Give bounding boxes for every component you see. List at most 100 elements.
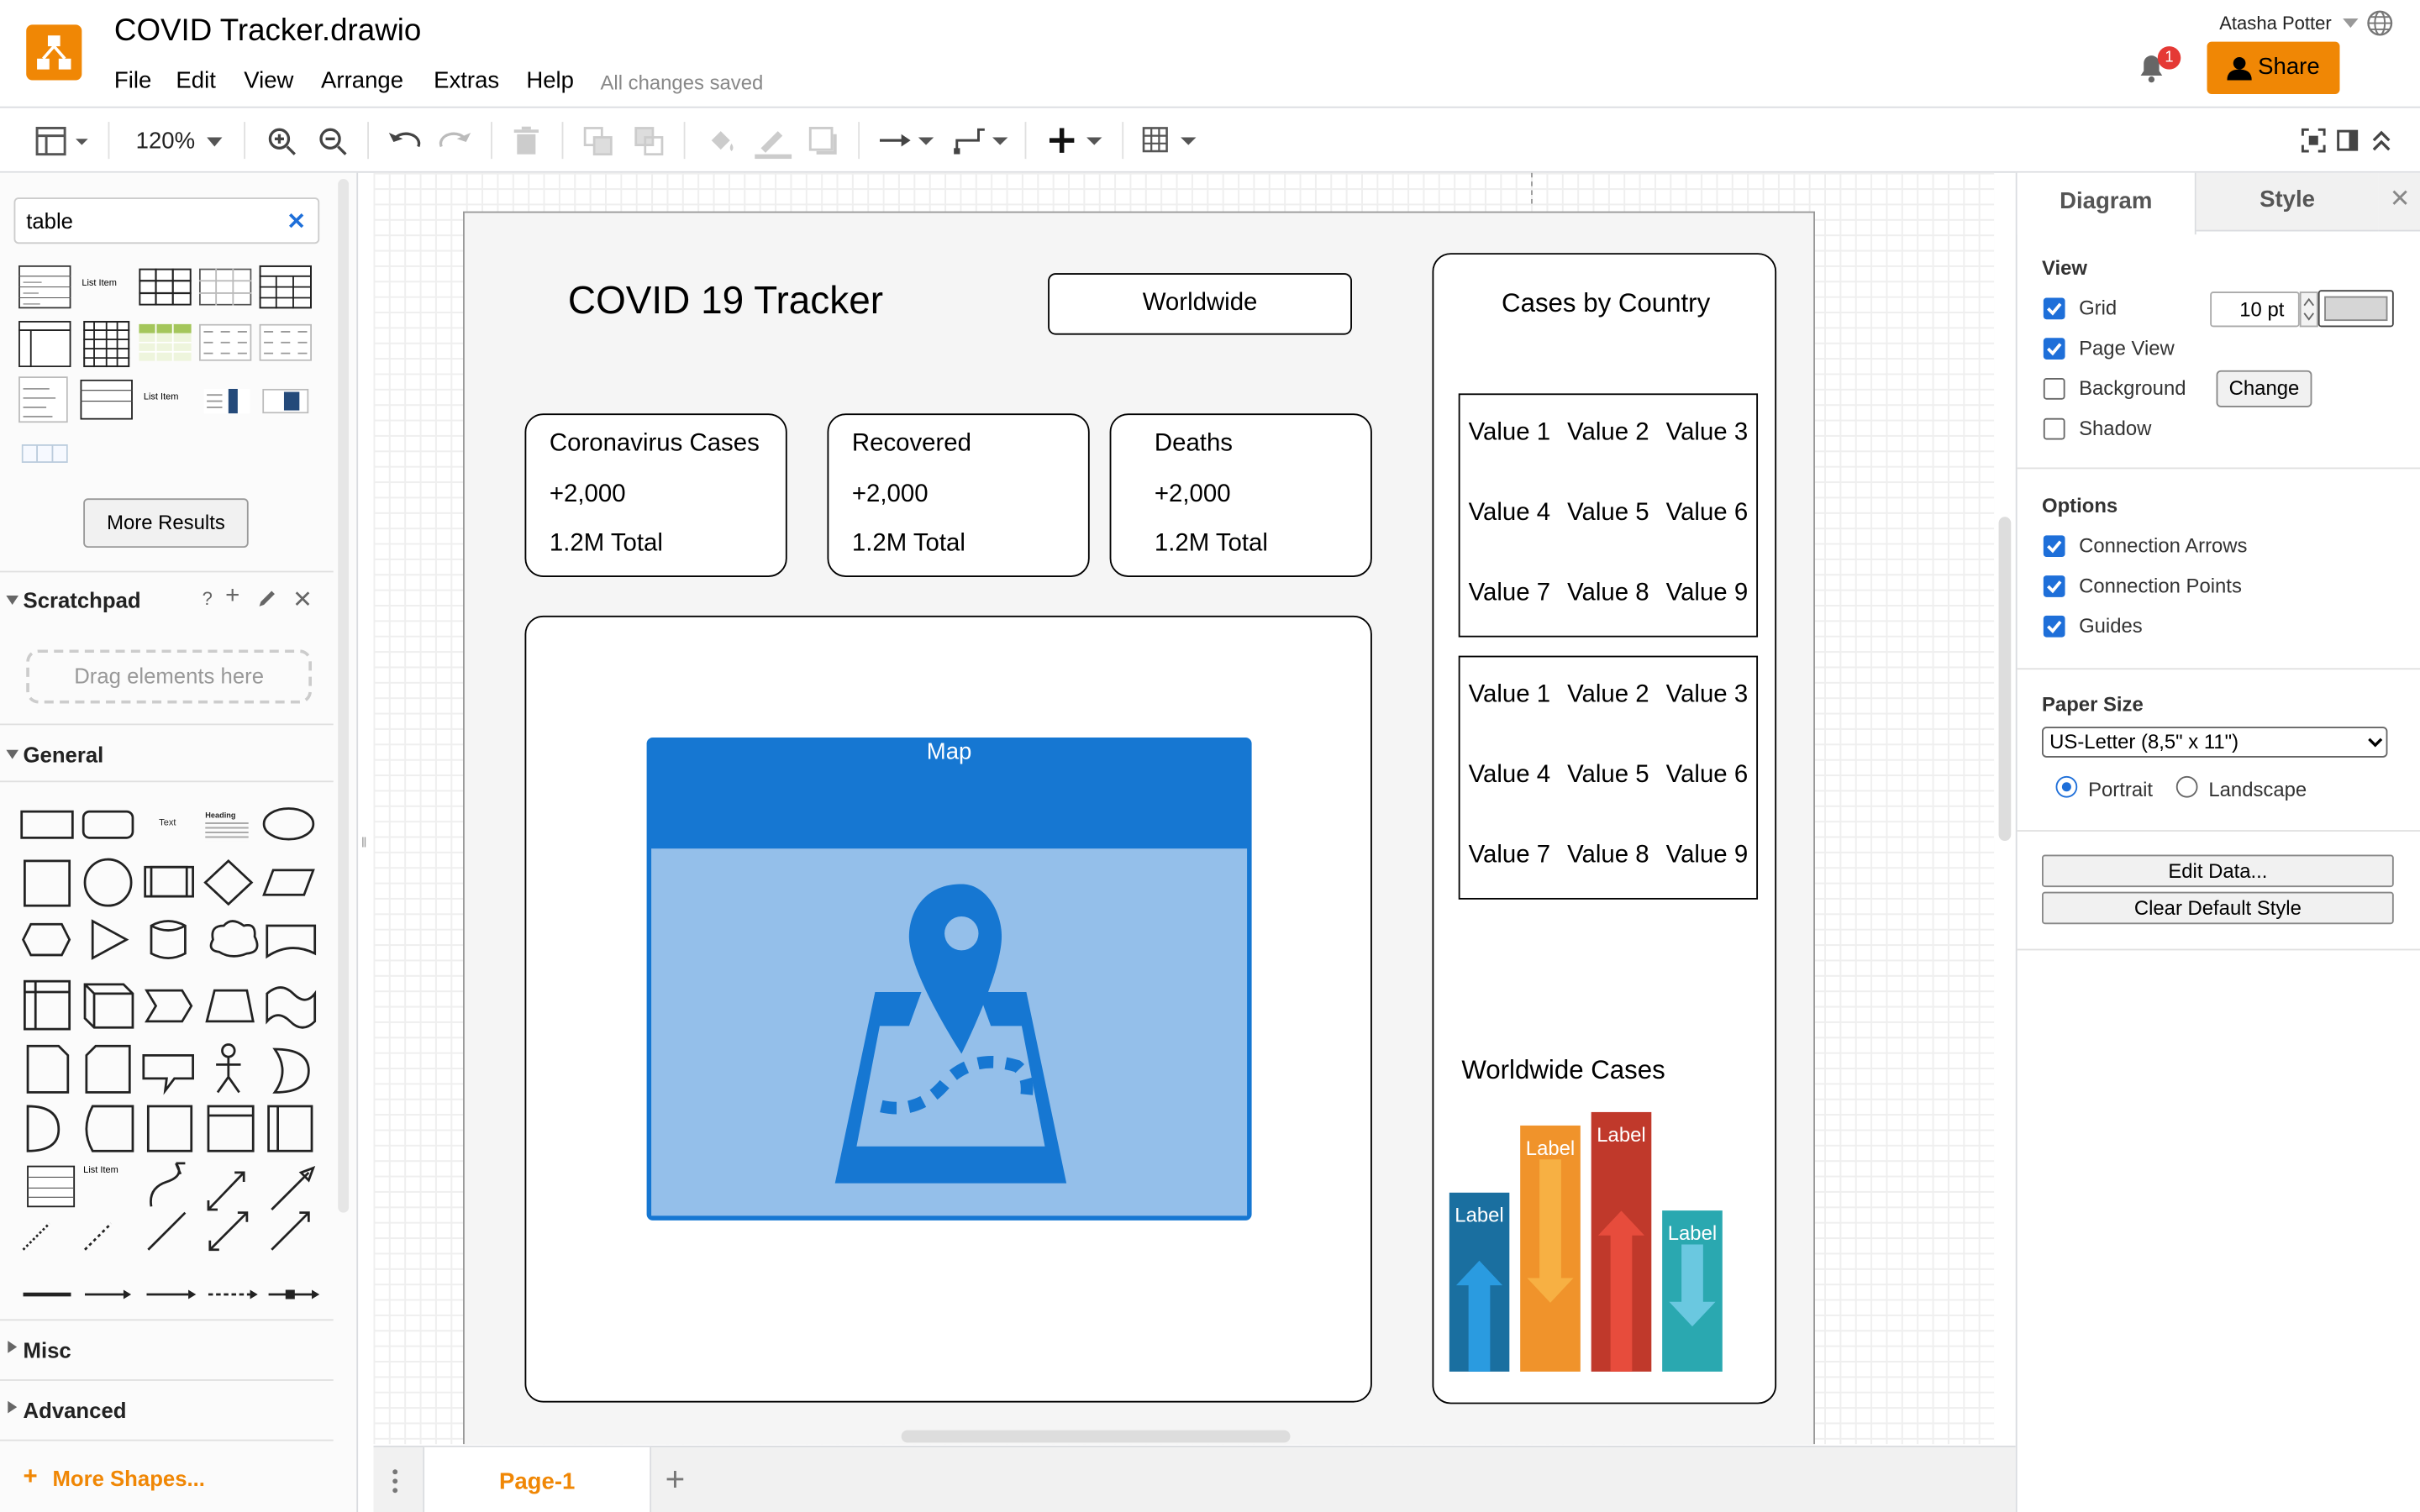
result-small-table[interactable] <box>21 444 68 464</box>
fill-color-icon[interactable] <box>705 125 739 159</box>
menu-view[interactable]: View <box>244 68 293 94</box>
result-table-dotted[interactable] <box>259 323 313 361</box>
menu-arrange[interactable]: Arrange <box>321 68 403 94</box>
result-list-shape[interactable] <box>18 265 71 309</box>
shapes-scrollbar[interactable] <box>338 179 350 1213</box>
table-icon[interactable] <box>1142 127 1197 155</box>
worldwide-cases-chart[interactable]: Label Label Label Label <box>1449 1100 1735 1378</box>
result-list-boxed[interactable] <box>80 379 133 420</box>
waypoints-icon[interactable] <box>954 127 1009 155</box>
page-tab[interactable]: Page-1 <box>423 1446 652 1512</box>
close-scratchpad-icon[interactable] <box>295 591 310 606</box>
map-widget[interactable]: Map <box>646 737 1252 1221</box>
shape-heading[interactable]: Heading <box>205 811 235 821</box>
tab-style[interactable]: Style <box>2196 172 2379 232</box>
canvas-vertical-scrollbar[interactable] <box>1998 517 2012 842</box>
landscape-radio[interactable] <box>2175 775 2198 798</box>
shape-list-item[interactable]: List Item <box>83 1167 118 1176</box>
result-mini-table[interactable] <box>203 388 250 414</box>
result-table-plain[interactable] <box>198 323 252 361</box>
result-table-header[interactable] <box>259 265 313 309</box>
help-icon[interactable]: ? <box>203 588 213 610</box>
guides-checkbox[interactable] <box>2043 615 2065 638</box>
collapse-icon[interactable] <box>2370 128 2392 152</box>
result-table-green[interactable] <box>139 323 192 361</box>
general-title[interactable]: General <box>24 742 104 766</box>
add-icon[interactable]: + <box>225 583 239 611</box>
general-shapes-grid[interactable] <box>15 793 324 1310</box>
user-dropdown-icon[interactable] <box>2343 18 2359 29</box>
result-table-light[interactable] <box>198 268 252 306</box>
tab-diagram[interactable]: Diagram <box>2017 172 2196 235</box>
result-mini-table-2[interactable] <box>262 388 309 414</box>
card-deaths[interactable]: Deaths +2,000 1.2M Total <box>1109 413 1372 577</box>
zoom-in-icon[interactable] <box>267 127 298 158</box>
menu-file[interactable]: File <box>114 68 151 94</box>
result-list-item-2[interactable]: List Item <box>144 393 179 402</box>
file-title[interactable]: COVID Tracker.drawio <box>114 14 421 50</box>
connection-points-checkbox[interactable] <box>2043 575 2065 597</box>
result-card-list[interactable] <box>18 376 68 423</box>
grid-color-swatch[interactable] <box>2317 290 2394 328</box>
drawio-logo[interactable] <box>26 24 82 81</box>
format-panel-icon[interactable] <box>34 126 92 158</box>
clear-default-style-button[interactable]: Clear Default Style <box>2042 891 2394 925</box>
fullscreen-icon[interactable] <box>2301 128 2326 153</box>
grid-size-input[interactable]: 10 pt <box>2210 291 2300 328</box>
connection-icon[interactable] <box>879 131 935 150</box>
grid-checkbox[interactable] <box>2043 297 2065 320</box>
to-back-icon[interactable] <box>634 127 666 158</box>
globe-icon[interactable] <box>2366 9 2394 37</box>
close-panel-icon[interactable]: ✕ <box>2378 172 2420 232</box>
zoom-level[interactable]: 120% <box>136 128 195 154</box>
user-name[interactable]: Atasha Potter <box>2219 13 2332 34</box>
scratchpad-dropzone[interactable]: Drag elements here <box>26 649 313 704</box>
tracker-title[interactable]: COVID 19 Tracker <box>568 279 883 323</box>
shape-heading-body[interactable] <box>205 822 249 842</box>
scratchpad-title[interactable]: Scratchpad <box>24 588 141 612</box>
zoom-dropdown-icon[interactable] <box>207 137 223 147</box>
zoom-out-icon[interactable] <box>318 127 349 158</box>
insert-icon[interactable] <box>1048 127 1103 155</box>
result-list-item[interactable]: List Item <box>82 279 117 288</box>
result-container[interactable] <box>18 321 71 368</box>
general-collapse-icon[interactable] <box>6 749 19 759</box>
menu-extras[interactable]: Extras <box>434 68 499 94</box>
edit-icon[interactable] <box>258 590 276 608</box>
canvas-horizontal-scrollbar[interactable] <box>901 1430 1291 1443</box>
undo-icon[interactable] <box>387 128 421 152</box>
more-results-button[interactable]: More Results <box>83 498 249 549</box>
shape-search-input[interactable]: table <box>13 197 320 244</box>
to-front-icon[interactable] <box>583 127 614 158</box>
panel-resize-handle[interactable]: ‖ <box>361 835 367 850</box>
diagram-canvas[interactable]: COVID 19 Tracker Worldwide Coronavirus C… <box>373 172 1995 1445</box>
delete-icon[interactable] <box>513 126 539 156</box>
grid-size-stepper[interactable] <box>2299 291 2318 328</box>
advanced-title[interactable]: Advanced <box>24 1398 127 1422</box>
advanced-expand-icon[interactable] <box>8 1400 18 1414</box>
paper-size-select[interactable]: US-Letter (8,5" x 11") <box>2042 727 2388 758</box>
clear-search-icon[interactable] <box>288 213 304 228</box>
background-checkbox[interactable] <box>2043 378 2065 400</box>
redo-icon[interactable] <box>439 128 472 152</box>
change-background-button[interactable]: Change <box>2216 370 2312 407</box>
toggle-panel-icon[interactable] <box>2337 128 2359 152</box>
result-grid-dense[interactable] <box>83 321 130 368</box>
menu-edit[interactable]: Edit <box>176 68 215 94</box>
card-coronavirus-cases[interactable]: Coronavirus Cases +2,000 1.2M Total <box>524 413 787 577</box>
edit-data-button[interactable]: Edit Data... <box>2042 854 2394 888</box>
portrait-radio[interactable] <box>2055 775 2078 798</box>
country-table-2[interactable]: Value 1 Value 2 Value 3 Value 4 Value 5 … <box>1458 655 1759 900</box>
add-page-icon[interactable]: + <box>666 1460 686 1500</box>
card-recovered[interactable]: Recovered +2,000 1.2M Total <box>827 413 1090 577</box>
scratchpad-collapse-icon[interactable] <box>6 595 19 605</box>
shape-text[interactable]: Text <box>159 819 176 828</box>
misc-title[interactable]: Misc <box>24 1337 71 1362</box>
more-shapes-link[interactable]: More Shapes... <box>52 1466 204 1490</box>
menu-help[interactable]: Help <box>526 68 574 94</box>
shadow-icon[interactable] <box>808 126 839 158</box>
result-table-grid[interactable] <box>139 268 192 306</box>
page-view-checkbox[interactable] <box>2043 338 2065 360</box>
worldwide-button[interactable]: Worldwide <box>1048 273 1352 335</box>
share-button[interactable]: Share <box>2207 41 2340 95</box>
